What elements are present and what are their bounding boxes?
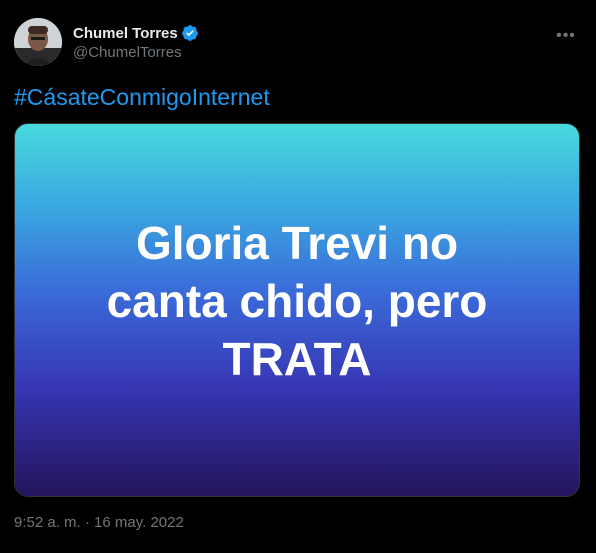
display-name[interactable]: Chumel Torres (73, 25, 178, 42)
tweet: Chumel Torres @ChumelTorres ••• #CásateC… (0, 0, 596, 553)
tweet-text: #CásateConmigoInternet (14, 84, 270, 111)
more-icon[interactable]: ••• (554, 24, 578, 48)
tweet-media-image[interactable]: Gloria Trevi no canta chido, pero TRATA (14, 123, 580, 497)
media-text-line-1: Gloria Trevi no (135, 217, 459, 269)
avatar-icon (14, 18, 62, 66)
media-text-line-2: canta chido, pero (106, 275, 488, 327)
avatar[interactable] (14, 18, 62, 66)
media-text-line-3: TRATA (222, 333, 372, 385)
tweet-header: Chumel Torres @ChumelTorres ••• (14, 18, 582, 68)
author-names: Chumel Torres @ChumelTorres (73, 22, 199, 61)
timestamp[interactable]: 9:52 a. m. · 16 may. 2022 (14, 514, 184, 531)
media-text: Gloria Trevi no canta chido, pero TRATA (15, 214, 579, 388)
verified-badge-icon (181, 24, 199, 42)
handle[interactable]: @ChumelTorres (73, 44, 199, 61)
hashtag-link[interactable]: #CásateConmigoInternet (14, 84, 270, 110)
display-name-row: Chumel Torres (73, 22, 199, 44)
